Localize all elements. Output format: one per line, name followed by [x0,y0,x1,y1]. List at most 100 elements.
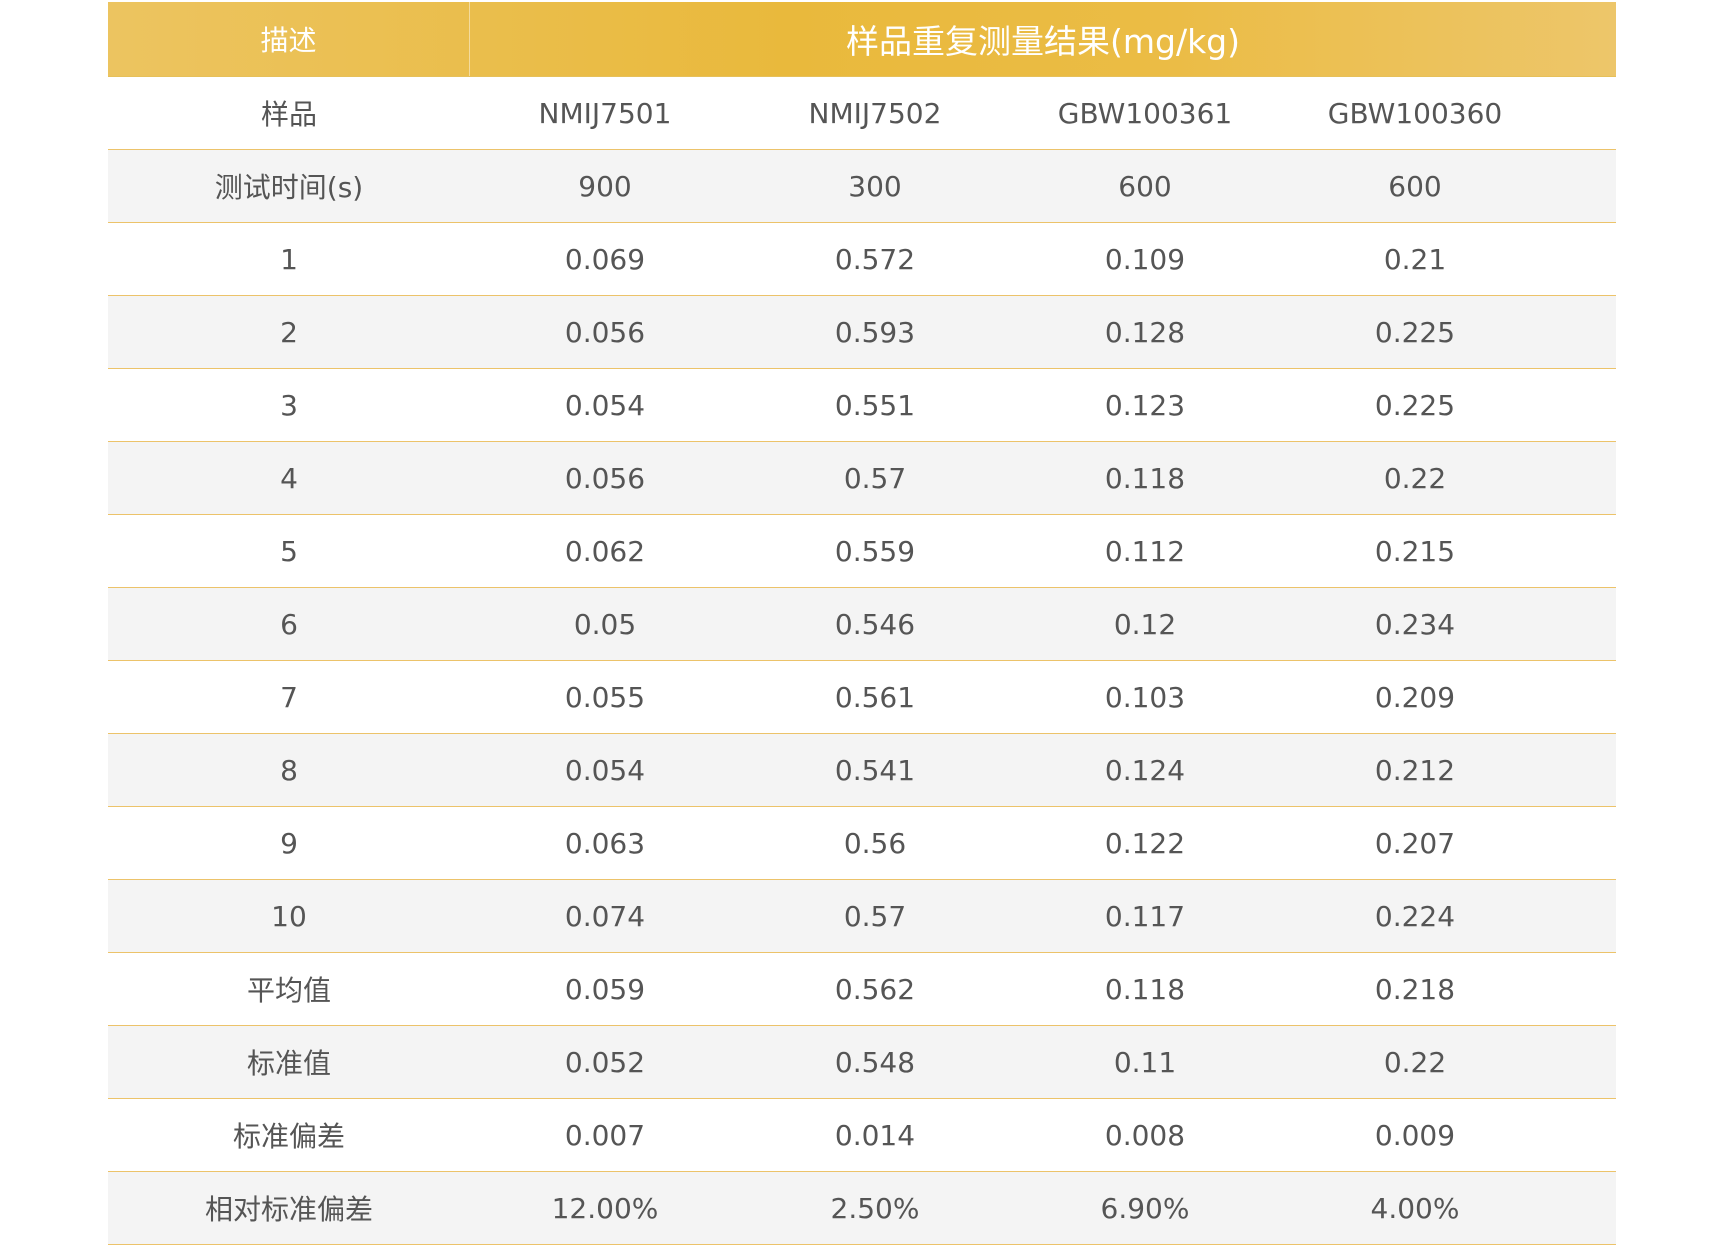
table-row: 样品 NMIJ7501 NMIJ7502 GBW100361 GBW100360 [108,77,1616,150]
header-description: 描述 [108,2,470,76]
table-cell: 4.00% [1370,1191,1460,1225]
table-cell: 0.062 [564,534,646,568]
table-cell: 0.234 [1374,607,1456,641]
table-cell: 0.069 [564,242,646,276]
table-cell: GBW100360 [1327,96,1503,130]
table-cell: 0.207 [1374,826,1456,860]
table-cell: NMIJ7502 [808,96,942,130]
table-row: 相对标准偏差 12.00% 2.50% 6.90% 4.00% [108,1172,1616,1245]
table-cell: 0.112 [1104,534,1186,568]
table-cell: 0.12 [1113,607,1177,641]
row-label: 10 [271,899,307,933]
row-label: 相对标准偏差 [204,1193,373,1226]
row-label: 8 [280,753,298,787]
table-cell: 0.074 [564,899,646,933]
table-cell: 0.22 [1383,461,1447,495]
row-label: 平均值 [246,974,331,1007]
table-cell: 12.00% [551,1191,659,1225]
row-label: 9 [280,826,298,860]
table-cell: 0.007 [564,1118,646,1152]
table-row: 3 0.054 0.551 0.123 0.225 [108,369,1616,442]
table-cell: 2.50% [830,1191,920,1225]
table-cell: GBW100361 [1057,96,1233,130]
header-results-title: 样品重复测量结果(mg/kg) [845,22,1241,61]
table-cell: 0.054 [564,388,646,422]
table-row: 标准值 0.052 0.548 0.11 0.22 [108,1026,1616,1099]
table-cell: 0.225 [1374,388,1456,422]
table-header: 描述 样品重复测量结果(mg/kg) [108,2,1616,77]
row-label: 1 [280,242,298,276]
table-cell: 600 [1118,169,1172,203]
table-cell: 0.117 [1104,899,1186,933]
table-cell: 0.218 [1374,972,1456,1006]
row-label: 测试时间(s) [214,171,364,204]
table-cell: 0.05 [573,607,637,641]
table-cell: 0.57 [843,461,907,495]
table-cell: 0.124 [1104,753,1186,787]
results-table: 描述 样品重复测量结果(mg/kg) 样品 NMIJ7501 NMIJ7502 GBW… [108,2,1616,1245]
row-label: 3 [280,388,298,422]
table-cell: 0.225 [1374,315,1456,349]
table-row: 2 0.056 0.593 0.128 0.225 [108,296,1616,369]
table-cell: 0.056 [564,461,646,495]
table-cell: 0.562 [834,972,916,1006]
table-cell: 600 [1388,169,1442,203]
table-cell: 0.215 [1374,534,1456,568]
row-label: 标准值 [246,1047,331,1080]
table-cell: 0.561 [834,680,916,714]
table-cell: 0.541 [834,753,916,787]
table-cell: 0.014 [834,1118,916,1152]
table-cell: 0.118 [1104,461,1186,495]
table-cell: 0.548 [834,1045,916,1079]
row-label: 2 [280,315,298,349]
table-cell: 0.11 [1113,1045,1177,1079]
table-cell: 0.063 [564,826,646,860]
table-cell: 900 [578,169,632,203]
table-row: 4 0.056 0.57 0.118 0.22 [108,442,1616,515]
table-row: 5 0.062 0.559 0.112 0.215 [108,515,1616,588]
table-row: 6 0.05 0.546 0.12 0.234 [108,588,1616,661]
table-row: 1 0.069 0.572 0.109 0.21 [108,223,1616,296]
table-cell: 0.118 [1104,972,1186,1006]
table-row: 平均值 0.059 0.562 0.118 0.218 [108,953,1616,1026]
table-cell: 0.008 [1104,1118,1186,1152]
table-cell: 0.593 [834,315,916,349]
table-cell: 0.212 [1374,753,1456,787]
table-cell: 0.123 [1104,388,1186,422]
table-row: 7 0.055 0.561 0.103 0.209 [108,661,1616,734]
table-cell: 0.572 [834,242,916,276]
table-row: 标准偏差 0.007 0.014 0.008 0.009 [108,1099,1616,1172]
table-body: 样品 NMIJ7501 NMIJ7502 GBW100361 GBW100360 测试时间… [108,77,1616,1245]
table-cell: 0.21 [1383,242,1447,276]
table-cell: 0.128 [1104,315,1186,349]
table-row: 10 0.074 0.57 0.117 0.224 [108,880,1616,953]
table-cell: 0.224 [1374,899,1456,933]
table-row: 测试时间(s) 900 300 600 600 [108,150,1616,223]
table-cell: 0.009 [1374,1118,1456,1152]
table-cell: 0.056 [564,315,646,349]
table-cell: 0.22 [1383,1045,1447,1079]
table-cell: 0.103 [1104,680,1186,714]
table-cell: 0.054 [564,753,646,787]
table-cell: 0.055 [564,680,646,714]
row-label: 样品 [260,98,317,131]
row-label: 4 [280,461,298,495]
row-label: 7 [280,680,298,714]
table-cell: 0.57 [843,899,907,933]
table-cell: 0.109 [1104,242,1186,276]
table-cell: 0.209 [1374,680,1456,714]
table-cell: 0.052 [564,1045,646,1079]
table-cell: 0.559 [834,534,916,568]
table-cell: 0.122 [1104,826,1186,860]
table-cell: 0.059 [564,972,646,1006]
table-cell: 6.90% [1100,1191,1190,1225]
row-label: 5 [280,534,298,568]
table-row: 9 0.063 0.56 0.122 0.207 [108,807,1616,880]
table-cell: 0.546 [834,607,916,641]
table-cell: 300 [848,169,902,203]
table-cell: 0.551 [834,388,916,422]
table-cell: 0.56 [843,826,907,860]
row-label: 标准偏差 [232,1120,345,1153]
table-cell: NMIJ7501 [538,96,672,130]
row-label: 6 [280,607,298,641]
